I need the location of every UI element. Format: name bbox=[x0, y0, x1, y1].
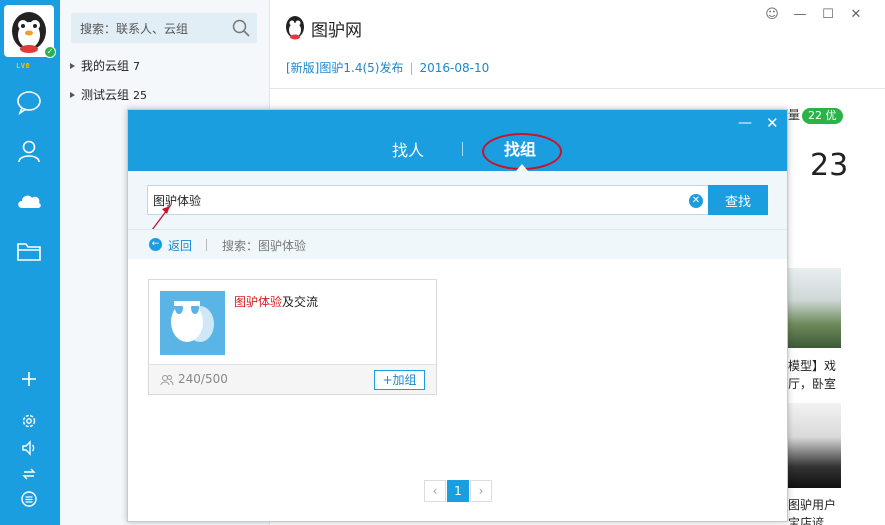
tab-separator bbox=[462, 142, 463, 156]
article-caption[interactable]: 宝店谚 bbox=[788, 514, 824, 525]
settings-gear-icon[interactable] bbox=[20, 412, 38, 430]
next-page-icon[interactable]: › bbox=[470, 480, 492, 502]
cloud-icon[interactable] bbox=[15, 187, 43, 215]
close-icon[interactable]: ✕ bbox=[847, 7, 865, 23]
folder-icon[interactable] bbox=[15, 237, 43, 265]
contact-search-placeholder: 搜索：联系人、云组 bbox=[80, 22, 189, 36]
quality-label: 量 bbox=[788, 108, 801, 122]
quality-indicator: 量 22 优 bbox=[788, 106, 843, 124]
group-label: 测试云组 bbox=[81, 88, 130, 102]
tab-find-person[interactable]: 找人 bbox=[392, 137, 424, 161]
date-number: 23 bbox=[810, 148, 849, 183]
group-label: 我的云组 bbox=[81, 59, 130, 73]
group-item-my-groups[interactable]: 我的云组 7 bbox=[70, 57, 140, 74]
card-footer: 240/500 +加组 bbox=[149, 364, 436, 394]
sync-icon[interactable] bbox=[20, 465, 38, 483]
group-name[interactable]: 图驴体验及交流 bbox=[234, 293, 318, 310]
divider bbox=[270, 88, 885, 89]
feedback-icon[interactable]: ☺ bbox=[763, 7, 781, 23]
add-icon[interactable] bbox=[20, 370, 38, 388]
back-arrow-icon[interactable]: ← bbox=[149, 238, 162, 251]
group-search-input[interactable] bbox=[147, 185, 708, 215]
join-group-button[interactable]: +加组 bbox=[374, 370, 425, 390]
dialog-minimize-icon[interactable]: — bbox=[738, 115, 752, 131]
group-avatar[interactable] bbox=[160, 291, 225, 355]
menu-icon[interactable] bbox=[20, 490, 38, 508]
clear-icon[interactable]: ✕ bbox=[689, 194, 703, 208]
news-separator: | bbox=[409, 61, 414, 75]
article-caption[interactable]: 模型】戏 bbox=[788, 357, 836, 374]
active-tab-caret bbox=[516, 164, 528, 171]
group-result-card[interactable]: 图驴体验及交流 240/500 +加组 bbox=[148, 279, 437, 395]
group-item-test-groups[interactable]: 测试云组 25 bbox=[70, 86, 147, 103]
contact-search-input[interactable]: 搜索：联系人、云组 bbox=[71, 13, 257, 43]
dialog-header: — ✕ 找人 找组 bbox=[128, 110, 787, 171]
online-status-icon: ✓ bbox=[44, 46, 56, 58]
news-tag[interactable]: [新版]图驴1.4(5)发布 bbox=[286, 61, 403, 75]
breadcrumb: ← 返回 搜索：图驴体验 bbox=[128, 229, 787, 259]
tulv-logo-icon bbox=[286, 16, 304, 40]
member-count: 240/500 bbox=[178, 372, 228, 386]
search-icon[interactable] bbox=[231, 18, 251, 38]
back-link[interactable]: 返回 bbox=[168, 237, 192, 254]
crumb-separator bbox=[206, 239, 207, 251]
maximize-icon[interactable]: ☐ bbox=[819, 7, 837, 23]
group-name-rest: 及交流 bbox=[282, 295, 319, 309]
group-count: 7 bbox=[133, 60, 141, 73]
quality-badge: 22 优 bbox=[802, 108, 843, 124]
dialog-close-icon[interactable]: ✕ bbox=[766, 114, 779, 132]
news-line[interactable]: [新版]图驴1.4(5)发布 | 2016-08-10 bbox=[286, 59, 489, 76]
find-dialog: — ✕ 找人 找组 ✕ 查找 ← 返回 搜索：图驴体验 bbox=[127, 109, 788, 522]
article-thumbnail[interactable] bbox=[788, 268, 841, 348]
article-caption[interactable]: 图驴用户 bbox=[788, 496, 836, 513]
page-number-current[interactable]: 1 bbox=[447, 480, 469, 502]
minimize-icon[interactable]: — bbox=[791, 7, 809, 23]
group-penguin-icon bbox=[171, 301, 214, 342]
app-title: 图驴网 bbox=[311, 21, 362, 41]
expand-arrow-icon bbox=[70, 63, 75, 69]
news-date: 2016-08-10 bbox=[419, 61, 490, 75]
chat-icon[interactable] bbox=[15, 88, 43, 116]
prev-page-icon[interactable]: ‹ bbox=[424, 480, 446, 502]
speaker-icon[interactable] bbox=[20, 439, 38, 457]
contacts-icon[interactable] bbox=[15, 137, 43, 165]
search-summary: 搜索：图驴体验 bbox=[222, 239, 307, 253]
article-thumbnail[interactable] bbox=[788, 403, 841, 488]
left-rail: ✓ LV8 bbox=[0, 0, 60, 525]
article-caption[interactable]: 厅，卧室 bbox=[788, 375, 836, 392]
level-badge: LV8 bbox=[16, 62, 31, 70]
members-icon bbox=[160, 375, 174, 386]
search-area: ✕ 查找 bbox=[128, 171, 787, 229]
expand-arrow-icon bbox=[70, 92, 75, 98]
group-count: 25 bbox=[133, 89, 148, 102]
search-button[interactable]: 查找 bbox=[708, 185, 768, 215]
group-name-highlight: 图驴体验 bbox=[234, 295, 283, 309]
window-controls: ☺ — ☐ ✕ bbox=[753, 7, 865, 23]
